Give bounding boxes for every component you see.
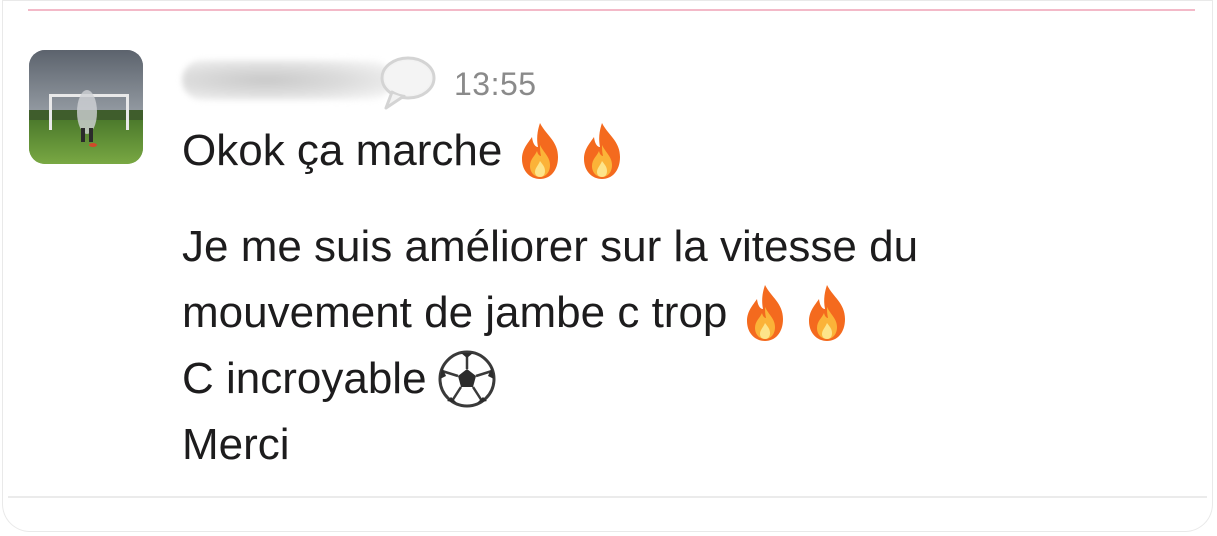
message-text: Je me suis améliorer sur la vitesse du [182,222,919,271]
message-text: mouvement de jambe c trop [182,288,728,337]
speech-bubble-icon [380,56,436,110]
avatar[interactable] [29,50,143,164]
fire-emoji-icon [522,123,559,179]
message-card: 13:55 Okok ça marche Je me suis améliore… [2,0,1213,532]
message-timestamp[interactable]: 13:55 [454,66,537,103]
message-header: 13:55 [182,52,1172,116]
message-text: Okok ça marche [182,126,503,175]
soccer-ball-icon [438,350,496,408]
message-text: C incroyable [182,354,427,403]
bottom-divider [8,496,1207,498]
message-line-3: mouvement de jambe c trop [182,280,1172,346]
top-divider [28,9,1195,11]
fire-emoji-icon [584,123,621,179]
message-line-2: Je me suis améliorer sur la vitesse du [182,214,1172,280]
message: 13:55 Okok ça marche Je me suis améliore… [182,52,1172,478]
avatar-photo [29,50,143,164]
message-text: Merci [182,420,290,469]
fire-emoji-icon [809,285,846,341]
message-line-4: C incroyable [182,346,1172,412]
fire-emoji-icon [747,285,784,341]
author-name-redacted[interactable] [182,60,392,100]
message-line-5: Merci [182,412,1172,478]
message-line-1: Okok ça marche [182,118,1172,184]
